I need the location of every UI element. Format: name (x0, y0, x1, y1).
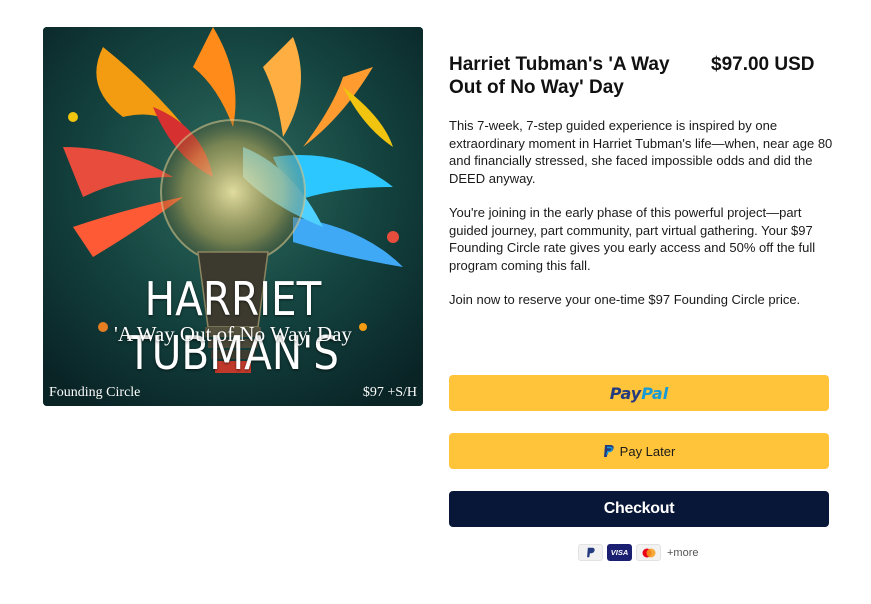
pay-later-button[interactable]: Pay Later (449, 433, 829, 469)
product-price: $97.00 USD (711, 54, 815, 75)
paypal-button[interactable]: PayPal (449, 375, 829, 411)
product-description: This 7-week, 7-step guided experience is… (449, 117, 834, 326)
description-paragraph: This 7-week, 7-step guided experience is… (449, 118, 833, 186)
pay-later-label: Pay Later (619, 443, 676, 459)
more-payment-methods[interactable]: +more (667, 547, 699, 559)
product-image: HARRIET TUBMAN'S 'A Way Out of No Way' D… (43, 27, 423, 406)
payment-methods: VISA +more (578, 544, 699, 561)
description-paragraph: Join now to reserve your one-time $97 Fo… (449, 292, 801, 307)
image-footer-left: Founding Circle (49, 385, 141, 400)
paypal-icon (578, 544, 603, 561)
image-footer-right: $97 +S/H (362, 385, 417, 400)
paypal-logo: PayPal (609, 383, 669, 403)
checkout-label: Checkout (603, 500, 675, 517)
description-paragraph: You're joining in the early phase of thi… (449, 205, 816, 273)
image-subtitle-text: 'A Way Out of No Way' Day (114, 322, 352, 346)
checkout-button[interactable]: Checkout (449, 491, 829, 527)
visa-icon: VISA (607, 544, 632, 561)
mastercard-icon (636, 544, 661, 561)
product-title: Harriet Tubman's 'A Way Out of No Way' D… (449, 54, 670, 98)
paypal-icon (603, 445, 614, 457)
